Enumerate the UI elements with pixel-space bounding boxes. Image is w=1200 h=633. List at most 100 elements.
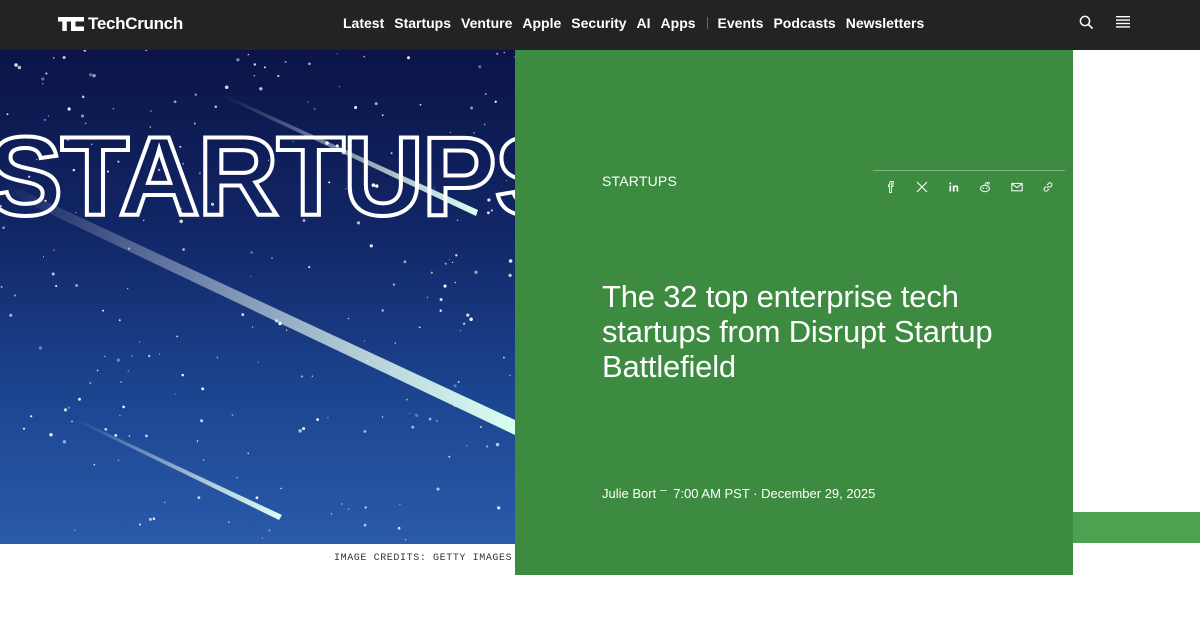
star: [96, 369, 99, 372]
star: [455, 254, 458, 257]
star: [118, 319, 121, 322]
star: [428, 417, 432, 421]
star: [439, 309, 442, 312]
star: [469, 317, 473, 322]
nav-ai[interactable]: AI: [637, 15, 651, 31]
star: [51, 272, 55, 276]
star: [486, 445, 489, 448]
star: [120, 381, 122, 383]
star: [145, 434, 148, 438]
share-bar: [873, 170, 1065, 202]
nav-apps[interactable]: Apps: [661, 15, 696, 31]
techcrunch-logo[interactable]: TechCrunch: [58, 13, 183, 35]
nav-security[interactable]: Security: [571, 15, 626, 31]
publish-time: 7:00 AM PST · December 29, 2025: [673, 486, 876, 501]
logo-text: TechCrunch: [88, 14, 183, 33]
star: [62, 440, 67, 444]
star: [42, 256, 45, 258]
star: [145, 50, 148, 52]
star: [302, 427, 306, 431]
star: [316, 418, 319, 421]
star: [228, 521, 230, 523]
star: [347, 508, 350, 510]
star: [338, 86, 340, 88]
star: [298, 429, 302, 433]
article-category[interactable]: STARTUPS: [602, 173, 677, 189]
meteor-streak: [74, 418, 282, 520]
star: [284, 60, 287, 63]
star: [392, 283, 396, 286]
star: [466, 313, 470, 317]
star: [30, 415, 33, 418]
star: [196, 439, 199, 442]
nav-newsletters[interactable]: Newsletters: [846, 15, 925, 31]
star: [470, 106, 474, 110]
x-icon[interactable]: [916, 181, 928, 193]
star: [17, 65, 22, 70]
star: [397, 526, 401, 530]
reddit-icon[interactable]: [979, 181, 991, 193]
nav-latest[interactable]: Latest: [343, 15, 384, 31]
nav-startups[interactable]: Startups: [394, 15, 451, 31]
star: [374, 102, 378, 106]
nav-venture[interactable]: Venture: [461, 15, 512, 31]
star: [341, 503, 343, 505]
star: [414, 413, 419, 417]
star: [71, 420, 73, 423]
star: [241, 313, 245, 316]
star: [313, 108, 316, 110]
star: [102, 309, 105, 312]
star: [104, 355, 106, 358]
nav-divider: [706, 17, 708, 29]
star: [83, 50, 87, 52]
star: [330, 513, 333, 515]
star: [202, 459, 205, 461]
hamburger-menu-icon[interactable]: [1116, 15, 1132, 31]
image-credits: IMAGE CREDITS: GETTY IMAGES: [334, 553, 513, 564]
star: [261, 537, 263, 539]
star: [466, 445, 468, 447]
nav-podcasts[interactable]: Podcasts: [773, 15, 835, 31]
article-byline: Julie Bort 7:00 AM PST · December 29, 20…: [602, 486, 875, 501]
star: [88, 72, 93, 77]
star: [200, 419, 204, 423]
link-icon[interactable]: [1042, 181, 1054, 193]
star: [74, 529, 76, 532]
star: [196, 441, 199, 444]
star: [435, 419, 439, 423]
star: [409, 412, 411, 414]
nav-events[interactable]: Events: [718, 15, 764, 31]
star: [495, 442, 500, 447]
linkedin-icon[interactable]: [948, 181, 960, 193]
star: [201, 387, 205, 391]
star: [92, 74, 96, 78]
star: [127, 288, 129, 290]
star: [311, 375, 313, 377]
star: [197, 496, 201, 499]
star: [89, 382, 92, 384]
star: [41, 77, 45, 81]
author-link[interactable]: Julie Bort: [602, 486, 656, 501]
star: [263, 66, 266, 69]
star: [247, 452, 249, 455]
star: [255, 496, 259, 500]
star: [381, 309, 384, 312]
star: [236, 477, 238, 479]
star: [453, 384, 457, 388]
facebook-icon[interactable]: [885, 181, 897, 193]
star: [363, 429, 367, 433]
star: [347, 317, 350, 320]
search-icon[interactable]: [1079, 15, 1095, 31]
star: [277, 74, 280, 78]
nav-apple[interactable]: Apple: [522, 15, 561, 31]
star: [426, 296, 429, 298]
star: [407, 56, 410, 60]
article-headline: The 32 top enterprise tech startups from…: [602, 279, 993, 384]
email-icon[interactable]: [1011, 181, 1023, 193]
star: [394, 342, 396, 344]
star: [45, 72, 48, 75]
star: [509, 374, 511, 377]
star: [53, 57, 55, 59]
hero-image: STARTUPS: [0, 50, 515, 544]
site-header: TechCrunch Latest Startups Venture Apple…: [0, 0, 1200, 50]
